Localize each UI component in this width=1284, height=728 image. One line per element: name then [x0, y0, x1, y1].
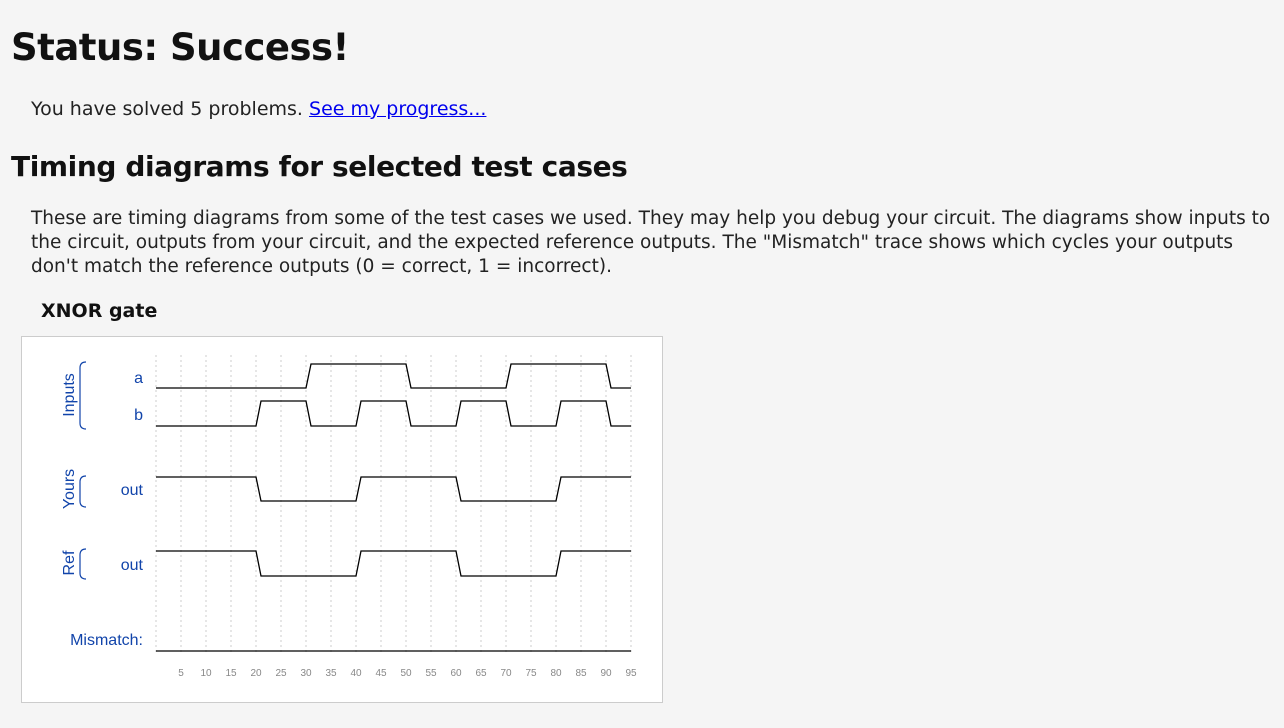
waveform-b [156, 400, 631, 427]
time-tick-label: 95 [625, 668, 637, 679]
waveform-ref-out [156, 550, 631, 577]
signal-label-yours-out: out [121, 482, 144, 499]
status-heading: Status: Success! [11, 26, 349, 69]
time-axis: 5 10 15 20 25 30 35 40 45 50 55 60 65 70 75 80 85 90 95 [178, 668, 637, 679]
time-tick-label: 5 [178, 668, 184, 679]
time-tick-label: 45 [375, 668, 387, 679]
time-tick-label: 85 [575, 668, 587, 679]
time-tick-label: 75 [525, 668, 537, 679]
grid-lines [155, 355, 632, 652]
diagram-title: XNOR gate [41, 300, 158, 322]
time-tick-label: 55 [425, 668, 437, 679]
time-tick-label: 65 [475, 668, 487, 679]
waveforms [156, 363, 631, 652]
time-tick-label: 50 [400, 668, 412, 679]
time-tick-label: 15 [225, 668, 237, 679]
time-tick-label: 25 [275, 668, 287, 679]
progress-summary: You have solved 5 problems. See my progr… [31, 98, 486, 120]
time-tick-label: 70 [500, 668, 512, 679]
inputs-group-label: Inputs [61, 373, 78, 417]
yours-brace [79, 475, 87, 508]
time-tick-label: 80 [550, 668, 562, 679]
progress-text: You have solved 5 problems. [31, 98, 310, 120]
time-tick-label: 30 [300, 668, 312, 679]
signal-label-a: a [134, 370, 143, 387]
time-tick-label: 40 [350, 668, 362, 679]
waveform-a [156, 363, 631, 389]
yours-group-label: Yours [61, 469, 78, 509]
time-tick-label: 60 [450, 668, 462, 679]
time-tick-label: 10 [200, 668, 212, 679]
signal-label-mismatch: Mismatch: [70, 632, 143, 649]
ref-group-label: Ref [61, 550, 78, 575]
ref-brace [79, 548, 87, 580]
signal-label-ref-out: out [121, 557, 144, 574]
time-tick-label: 20 [250, 668, 262, 679]
description-text: These are timing diagrams from some of t… [31, 208, 1271, 277]
time-tick-label: 90 [600, 668, 612, 679]
timing-diagram: Inputs Yours Ref a b out out Mismatch: 5… [21, 336, 663, 703]
section-heading: Timing diagrams for selected test cases [11, 150, 628, 183]
signal-label-b: b [134, 407, 143, 424]
inputs-brace [79, 361, 87, 430]
see-progress-link[interactable]: See my progress... [309, 98, 486, 120]
time-tick-label: 35 [325, 668, 337, 679]
timing-diagram-svg: Inputs Yours Ref a b out out Mismatch: 5… [61, 355, 637, 679]
waveform-yours-out [156, 476, 631, 502]
